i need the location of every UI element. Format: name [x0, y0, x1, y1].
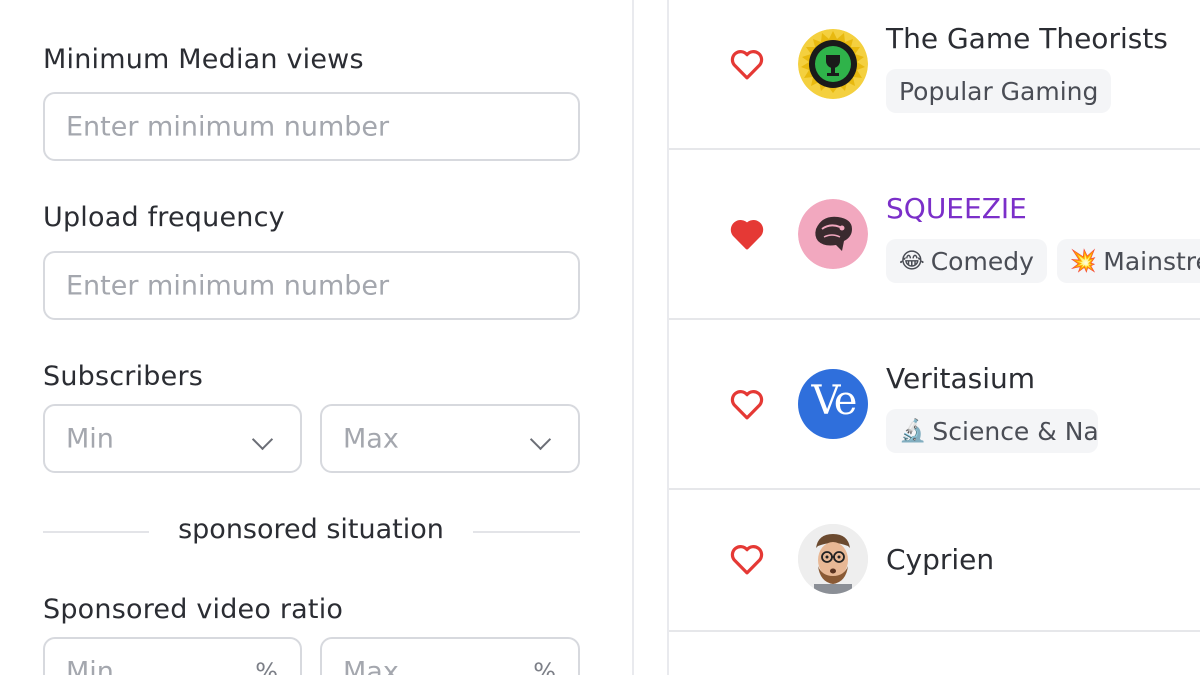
subscribers-min-select[interactable]: Min [43, 404, 302, 473]
chevron-down-icon [251, 428, 274, 451]
heart-icon[interactable] [729, 543, 765, 575]
veritasium-logo-text: Ve [811, 378, 858, 424]
veritasium-logo[interactable]: Ve [798, 369, 868, 439]
subscribers-max-placeholder: Max [343, 423, 399, 454]
sponsored-ratio-min-input[interactable]: Min % [43, 637, 302, 675]
subscribers-max-select[interactable]: Max [320, 404, 580, 473]
percent-unit: % [255, 657, 278, 675]
tag-list: Popular Gaming [886, 69, 1112, 113]
subscribers-min-placeholder: Min [66, 423, 114, 454]
tag-label: Popular Gaming [899, 76, 1099, 106]
microscope-emoji-icon: 🔬 [899, 418, 927, 444]
channel-list: The Game Theorists Popular Gaming SQUEEZ… [667, 0, 1200, 675]
tag-list: 😂 Comedy 💥 Mainstre [886, 239, 1200, 283]
sponsored-ratio-min-placeholder: Min [66, 656, 114, 675]
subscribers-label: Subscribers [43, 361, 204, 392]
channel-row[interactable]: Ve Veritasium 🔬 Science & Nat [669, 320, 1200, 490]
tag-label: Mainstre [1103, 246, 1200, 276]
median-views-input[interactable]: Enter minimum number [43, 92, 580, 161]
sparkle-emoji-icon: 💥 [1069, 248, 1098, 274]
category-tag: 😂 Comedy [886, 239, 1047, 283]
heart-filled-icon[interactable] [729, 218, 765, 250]
channel-row[interactable]: The Game Theorists Popular Gaming [669, 0, 1200, 150]
tag-label: Science & Nat [932, 416, 1098, 446]
tag-list: 🔬 Science & Nat [886, 409, 1098, 453]
channel-name[interactable]: Veritasium [886, 362, 1035, 395]
channel-name[interactable]: SQUEEZIE [886, 192, 1027, 225]
tag-label: Comedy [930, 246, 1034, 276]
category-tag: Popular Gaming [886, 69, 1112, 113]
sponsored-section-divider: sponsored situation [178, 514, 444, 545]
filters-panel: Minimum Median views Enter minimum numbe… [0, 0, 634, 675]
percent-unit: % [533, 657, 556, 675]
upload-frequency-label: Upload frequency [43, 202, 285, 233]
upload-frequency-input[interactable]: Enter minimum number [43, 251, 580, 320]
channel-name[interactable]: The Game Theorists [886, 22, 1168, 55]
divider-line-left [43, 531, 149, 533]
sponsored-ratio-max-input[interactable]: Max % [320, 637, 580, 675]
channel-name[interactable]: Cyprien [886, 543, 994, 576]
channel-row[interactable]: SQUEEZIE 😂 Comedy 💥 Mainstre [669, 150, 1200, 320]
heart-icon[interactable] [729, 48, 765, 80]
divider-line-right [473, 531, 580, 533]
median-views-label: Minimum Median views [43, 44, 364, 75]
squeezie-avatar[interactable] [798, 199, 868, 269]
cyprien-avatar[interactable] [798, 524, 868, 594]
laughing-emoji-icon: 😂 [899, 248, 925, 274]
median-views-placeholder: Enter minimum number [66, 111, 390, 142]
channel-row[interactable]: Cyprien [669, 490, 1200, 632]
category-tag: 🔬 Science & Nat [886, 409, 1098, 453]
category-tag: 💥 Mainstre [1056, 239, 1200, 283]
game-theory-logo[interactable] [798, 29, 868, 99]
heart-icon[interactable] [729, 388, 765, 420]
sponsored-ratio-max-placeholder: Max [343, 656, 399, 675]
upload-frequency-placeholder: Enter minimum number [66, 270, 390, 301]
chevron-down-icon [529, 428, 552, 451]
sponsored-ratio-label: Sponsored video ratio [43, 594, 344, 625]
